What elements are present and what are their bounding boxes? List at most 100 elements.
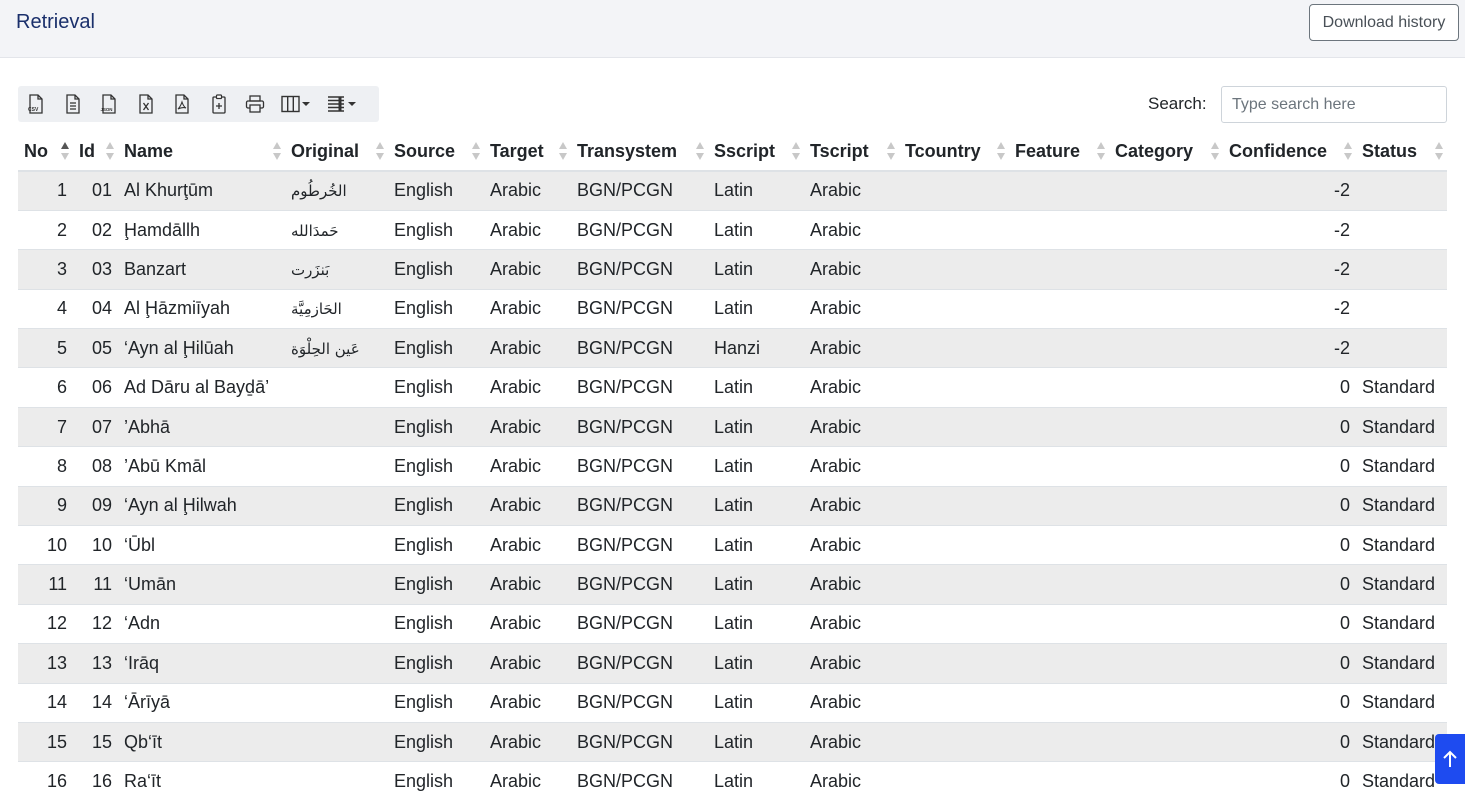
cell-category xyxy=(1109,525,1223,565)
cell-tcountry xyxy=(899,721,1009,762)
sort-icon xyxy=(1211,142,1219,162)
cell-feature xyxy=(1009,682,1109,723)
cell-name: ‘Ūbl xyxy=(118,525,285,565)
export-excel-button[interactable] xyxy=(128,86,165,122)
table-row[interactable]: 13 13 ‘Irāq English Arabic BGN/PCGN Latin Arabi… xyxy=(18,643,1447,684)
column-header-target[interactable]: Target xyxy=(484,132,571,172)
column-header-sscript[interactable]: Sscript xyxy=(708,132,804,172)
column-header-label: Original xyxy=(291,140,360,161)
arrow-up-icon xyxy=(1443,750,1457,767)
download-history-button[interactable]: Download history xyxy=(1309,4,1459,41)
original-script-text: عَين الحِلْوَة xyxy=(291,339,360,358)
page-title: Retrieval xyxy=(16,11,95,33)
table-row[interactable]: 1 01 Al Khurţūm الخُرطُوم English Arabic BGN/P… xyxy=(18,170,1447,211)
cell-source: English xyxy=(388,328,484,368)
scroll-to-top-button[interactable] xyxy=(1435,734,1465,784)
cell-confidence: -2 xyxy=(1223,288,1356,329)
cell-feature xyxy=(1009,761,1109,801)
table-row[interactable]: 14 14 ‘Ārīyā English Arabic BGN/PCGN Latin Arab… xyxy=(18,682,1447,723)
cell-status: Standard xyxy=(1356,564,1447,605)
cell-tscript: Arabic xyxy=(804,603,899,644)
cell-original xyxy=(285,643,388,684)
sort-icon xyxy=(696,142,704,162)
table-row[interactable]: 15 15 Qb‘īt English Arabic BGN/PCGN Latin Arabi… xyxy=(18,721,1447,762)
column-header-no[interactable]: No xyxy=(18,132,73,172)
table-row[interactable]: 16 16 Ra‘īt English Arabic BGN/PCGN Latin Arabi… xyxy=(18,761,1447,801)
cell-no: 4 xyxy=(18,288,73,329)
column-header-source[interactable]: Source xyxy=(388,132,484,172)
copy-clipboard-button[interactable] xyxy=(201,86,238,122)
cell-tcountry xyxy=(899,406,1009,447)
column-header-feature[interactable]: Feature xyxy=(1009,132,1109,172)
cell-tscript: Arabic xyxy=(804,485,899,526)
cell-source: English xyxy=(388,485,484,526)
cell-no: 11 xyxy=(18,564,73,605)
cell-target: Arabic xyxy=(484,209,571,250)
column-header-id[interactable]: Id xyxy=(73,132,118,172)
cell-confidence: 0 xyxy=(1223,761,1356,801)
cell-feature xyxy=(1009,209,1109,250)
table-row[interactable]: 9 09 ‘Ayn al Ḩilwah English Arabic BGN/PCGN La… xyxy=(18,485,1447,526)
cell-target: Arabic xyxy=(484,170,571,211)
column-header-status[interactable]: Status xyxy=(1356,132,1447,172)
export-text-button[interactable] xyxy=(55,86,92,122)
cell-transystem: BGN/PCGN xyxy=(571,249,708,290)
cell-source: English xyxy=(388,288,484,329)
original-script-text: الحَازمِيَّة xyxy=(291,300,342,319)
export-json-button[interactable]: JSON xyxy=(91,86,128,122)
table-row[interactable]: 10 10 ‘Ūbl English Arabic BGN/PCGN Latin Arabic… xyxy=(18,525,1447,565)
cell-confidence: 0 xyxy=(1223,564,1356,605)
table-row[interactable]: 11 11 ‘Umān English Arabic BGN/PCGN Latin Arabi… xyxy=(18,564,1447,605)
cell-source: English xyxy=(388,643,484,684)
cell-original xyxy=(285,485,388,526)
search-label: Search: xyxy=(1148,94,1207,113)
cell-status xyxy=(1356,328,1447,368)
original-script-text: الخُرطُوم xyxy=(291,182,347,201)
cell-transystem: BGN/PCGN xyxy=(571,603,708,644)
table-row[interactable]: 2 02 Ḩamdāllh حَمدَالله English Arabic BGN/PCG… xyxy=(18,209,1447,250)
cell-sscript: Latin xyxy=(708,446,804,487)
cell-category xyxy=(1109,761,1223,801)
export-csv-button[interactable]: CSV xyxy=(18,86,55,122)
table-row[interactable]: 5 05 ‘Ayn al Ḩilūah عَين الحِلْوَة English Ar… xyxy=(18,328,1447,368)
csv-file-icon: CSV xyxy=(28,94,43,114)
cell-transystem: BGN/PCGN xyxy=(571,643,708,684)
cell-no: 8 xyxy=(18,446,73,487)
cell-target: Arabic xyxy=(484,643,571,684)
cell-original xyxy=(285,721,388,762)
cell-tcountry xyxy=(899,328,1009,368)
cell-source: English xyxy=(388,406,484,447)
cell-source: English xyxy=(388,367,484,408)
cell-name: Al Khurţūm xyxy=(118,170,285,211)
column-header-confidence[interactable]: Confidence xyxy=(1223,132,1356,172)
cell-target: Arabic xyxy=(484,603,571,644)
cell-status: Standard xyxy=(1356,367,1447,408)
search-input[interactable] xyxy=(1221,86,1447,123)
cell-original: الحَازمِيَّة xyxy=(285,288,388,329)
table-row[interactable]: 8 08 ’Abū Kmāl English Arabic BGN/PCGN Latin Ar… xyxy=(18,446,1447,487)
table-row[interactable]: 12 12 ‘Adn English Arabic BGN/PCGN Latin Arabic… xyxy=(18,603,1447,644)
page-length-button[interactable] xyxy=(320,86,366,122)
export-pdf-button[interactable] xyxy=(164,86,201,122)
column-header-transystem[interactable]: Transystem xyxy=(571,132,708,172)
column-header-label: Name xyxy=(124,140,174,161)
column-header-name[interactable]: Name xyxy=(118,132,285,172)
cell-sscript: Latin xyxy=(708,643,804,684)
cell-target: Arabic xyxy=(484,525,571,565)
cell-feature xyxy=(1009,446,1109,487)
table-row[interactable]: 6 06 Ad Dāru al Bayḏā’ English Arabic BGN/PCG… xyxy=(18,367,1447,408)
table-row[interactable]: 4 04 Al Ḩāzmiīyah الحَازمِيَّة English Arabic… xyxy=(18,288,1447,329)
column-header-tscript[interactable]: Tscript xyxy=(804,132,899,172)
cell-status: Standard xyxy=(1356,643,1447,684)
table-row[interactable]: 7 07 ’Abhā English Arabic BGN/PCGN Latin Arabic… xyxy=(18,406,1447,447)
print-button[interactable] xyxy=(237,86,274,122)
cell-sscript: Latin xyxy=(708,209,804,250)
cell-name: Banzart xyxy=(118,249,285,290)
column-header-original[interactable]: Original xyxy=(285,132,388,172)
cell-sscript: Latin xyxy=(708,170,804,211)
table-row[interactable]: 3 03 Banzart بَنزَرت English Arabic BGN/PCGN La… xyxy=(18,249,1447,290)
column-visibility-button[interactable] xyxy=(274,86,320,122)
column-header-category[interactable]: Category xyxy=(1109,132,1223,172)
cell-id: 02 xyxy=(73,209,118,250)
column-header-tcountry[interactable]: Tcountry xyxy=(899,132,1009,172)
